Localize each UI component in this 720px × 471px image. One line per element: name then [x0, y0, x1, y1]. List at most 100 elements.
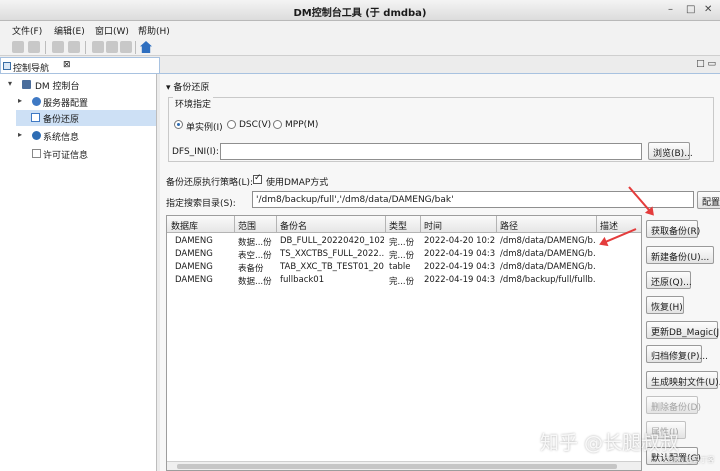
- nav-tab-close-icon[interactable]: ⊠: [63, 60, 71, 70]
- column-divider[interactable]: [276, 216, 277, 233]
- cell-backup-name: TS_XXCTBS_FULL_2022...: [280, 249, 384, 259]
- table-row[interactable]: DAMENG 表空...份 TS_XXCTBS_FULL_2022... 完..…: [167, 248, 641, 261]
- radio-dsc[interactable]: [227, 120, 236, 129]
- column-divider[interactable]: [596, 216, 597, 233]
- cell-database: DAMENG: [175, 262, 213, 272]
- copy-icon[interactable]: [106, 41, 118, 53]
- col-header-time[interactable]: 时间: [424, 219, 442, 232]
- archive-repair-button[interactable]: 归档修复(P)...: [646, 345, 708, 363]
- server-config-icon: [32, 97, 41, 106]
- watermark: 知乎 @长腿叔叔: [540, 432, 680, 454]
- collapse-arrow-icon[interactable]: ▾: [8, 79, 12, 88]
- nav-tab-icon: [3, 62, 11, 70]
- col-header-path[interactable]: 路径: [500, 219, 518, 232]
- backup-restore-icon: [31, 113, 40, 122]
- view-controls-icon[interactable]: □ ▭: [696, 59, 716, 69]
- watermark-small: CSDN @码丁客: [664, 456, 715, 464]
- col-header-scope[interactable]: 范围: [238, 219, 256, 232]
- tree-item-dm-console[interactable]: ▾ DM 控制台: [8, 77, 156, 93]
- paste-icon[interactable]: [120, 41, 132, 53]
- tree-item-license-info[interactable]: 许可证信息: [18, 146, 156, 162]
- environment-group: 环境指定 单实例(I) DSC(V) MPP(M) DFS_INI(I): 浏览…: [168, 97, 714, 162]
- cell-type: 完...份: [389, 277, 415, 287]
- menu-edit[interactable]: 编辑(E): [54, 24, 85, 37]
- cell-path: /dm8/data/DAMENG/b...: [500, 262, 595, 272]
- cell-time: 2022-04-19 04:36...: [424, 249, 495, 259]
- table-row[interactable]: DAMENG 表备份 TAB_XXC_TB_TEST01_20... table…: [167, 261, 641, 274]
- col-header-description[interactable]: 描述: [600, 219, 618, 232]
- horizontal-scrollbar[interactable]: [167, 461, 641, 470]
- save-all-icon[interactable]: [28, 41, 40, 53]
- cell-scope: 数据...份: [238, 238, 272, 248]
- dfs-ini-input[interactable]: [220, 143, 642, 160]
- navigation-tree: ▾ DM 控制台 ▸ 服务器配置 备份还原 ▸ 系统信息 许可证信息: [0, 74, 157, 471]
- browse-button[interactable]: 浏览(B)...: [648, 142, 693, 160]
- tree-item-server-config[interactable]: ▸ 服务器配置: [18, 94, 156, 110]
- cell-scope: 表备份: [238, 264, 264, 274]
- cell-type: table: [389, 262, 411, 272]
- radio-single-instance[interactable]: [174, 120, 183, 129]
- cell-backup-name: TAB_XXC_TB_TEST01_20...: [280, 262, 384, 272]
- nav-tab[interactable]: 控制导航 ⊠: [0, 57, 160, 74]
- table-row[interactable]: DAMENG 数据...份 fullback01 完...份 2022-04-1…: [167, 274, 641, 287]
- col-header-type[interactable]: 类型: [389, 219, 407, 232]
- cell-type: 完...份: [389, 251, 415, 261]
- dm-console-icon: [22, 80, 31, 89]
- section-title: ▾ 备份还原: [166, 83, 210, 93]
- search-dir-input[interactable]: '/dm8/backup/full','/dm8/data/DAMENG/bak…: [252, 191, 694, 208]
- license-icon: [32, 149, 41, 158]
- menu-help[interactable]: 帮助(H): [138, 24, 170, 37]
- column-divider[interactable]: [385, 216, 386, 233]
- tree-item-system-info[interactable]: ▸ 系统信息: [18, 128, 156, 144]
- redo-icon[interactable]: [68, 41, 80, 53]
- minimize-button[interactable]: –: [668, 4, 673, 15]
- column-divider[interactable]: [496, 216, 497, 233]
- undo-icon[interactable]: [52, 41, 64, 53]
- table-header: 数据库 范围 备份名 类型 时间 路径 描述: [167, 216, 641, 233]
- restore-button[interactable]: 还原(Q)...: [646, 271, 692, 289]
- cell-type: 完...份: [389, 238, 415, 248]
- menu-window[interactable]: 窗口(W): [95, 24, 129, 37]
- col-header-database[interactable]: 数据库: [171, 219, 198, 232]
- expand-arrow-icon[interactable]: ▸: [18, 130, 22, 139]
- tree-item-backup-restore[interactable]: 备份还原: [16, 110, 156, 126]
- delete-backup-button[interactable]: 删除备份(D): [646, 396, 701, 414]
- info-icon: [32, 131, 41, 140]
- recover-button[interactable]: 恢复(H): [646, 296, 684, 314]
- cell-backup-name: DB_FULL_20220420_102...: [280, 236, 384, 246]
- toolbar-separator: [85, 41, 86, 54]
- strategy-label: 备份还原执行策略(L):: [166, 178, 254, 188]
- expand-arrow-icon[interactable]: ▸: [18, 96, 22, 105]
- radio-mpp[interactable]: [273, 120, 282, 129]
- new-backup-button[interactable]: 新建备份(U)...: [646, 246, 714, 264]
- cell-scope: 表空...份: [238, 251, 272, 261]
- radio-label: MPP(M): [285, 120, 319, 130]
- cell-path: /dm8/data/DAMENG/b...: [500, 236, 595, 246]
- scrollbar-thumb[interactable]: [177, 464, 617, 469]
- use-dmap-label: 使用DMAP方式: [266, 178, 329, 188]
- col-header-backup-name[interactable]: 备份名: [280, 219, 307, 232]
- maximize-button[interactable]: □: [686, 4, 695, 15]
- cell-database: DAMENG: [175, 236, 213, 246]
- tree-item-label: DM 控制台: [35, 82, 80, 92]
- save-icon[interactable]: [12, 41, 24, 53]
- tree-item-label: 许可证信息: [43, 151, 89, 161]
- column-divider[interactable]: [420, 216, 421, 233]
- generate-mapping-button[interactable]: 生成映射文件(U)...: [646, 371, 720, 389]
- table-row[interactable]: DAMENG 数据...份 DB_FULL_20220420_102... 完.…: [167, 235, 641, 248]
- home-icon[interactable]: [140, 41, 152, 53]
- cell-database: DAMENG: [175, 275, 213, 285]
- column-divider[interactable]: [234, 216, 235, 233]
- backup-restore-panel: ▾ 备份还原 环境指定 单实例(I) DSC(V) MPP(M) DFS_INI…: [160, 74, 720, 471]
- close-button[interactable]: ✕: [704, 4, 712, 15]
- menu-file[interactable]: 文件(F): [12, 24, 42, 37]
- fetch-backup-button[interactable]: 获取备份(R): [646, 220, 700, 238]
- toolbar-separator: [135, 41, 136, 54]
- use-dmap-checkbox[interactable]: [253, 173, 262, 184]
- update-db-magic-button[interactable]: 更新DB_Magic(J): [646, 321, 720, 339]
- cut-icon[interactable]: [92, 41, 104, 53]
- cell-database: DAMENG: [175, 249, 213, 259]
- config-button[interactable]: 配置(: [697, 191, 720, 209]
- toolbar-separator: [45, 41, 46, 54]
- window-title: DM控制台工具 (于 dmdba): [293, 8, 427, 19]
